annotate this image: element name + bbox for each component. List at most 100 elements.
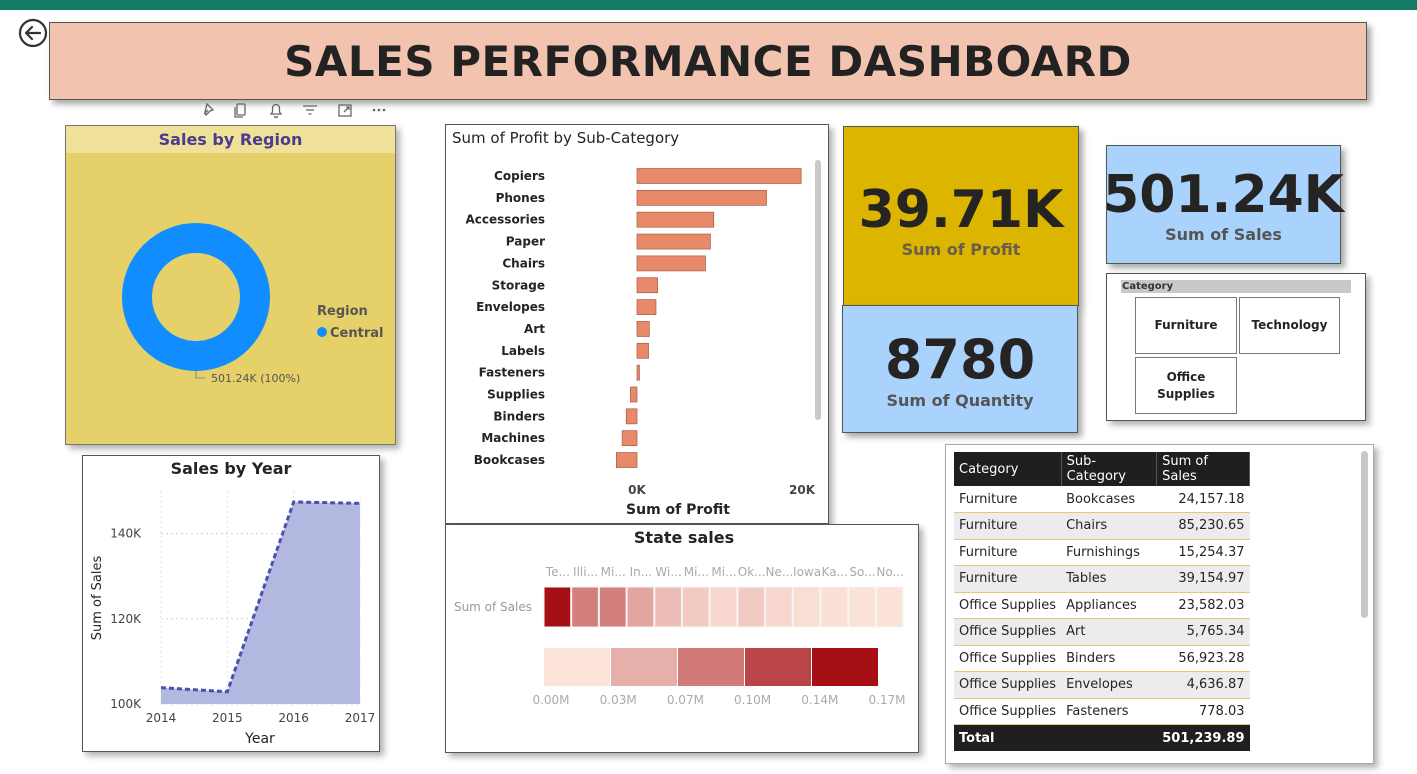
cell-sales: 15,254.37 (1156, 539, 1250, 566)
profit-bar[interactable] (636, 255, 706, 272)
state-heat-cell[interactable] (737, 586, 766, 628)
state-heat-cell[interactable] (681, 586, 710, 628)
state-heat-cell[interactable] (598, 586, 627, 628)
profit-bar[interactable] (636, 211, 715, 228)
quantity-kpi-value: 8780 (884, 328, 1036, 391)
sales-table-visual[interactable]: Category Sub-Category Sum of Sales Furni… (945, 444, 1374, 764)
table-scrollbar[interactable] (1361, 451, 1368, 618)
table-row[interactable]: Office Supplies Art 5,765.34 (954, 618, 1250, 646)
state-sales-heatmap[interactable]: State sales Sum of Sales Te... Illi... Mi.… (446, 525, 918, 752)
state-heat-cell[interactable] (654, 586, 682, 628)
state-heat-cell[interactable] (792, 586, 821, 628)
column-header-category[interactable]: Category (954, 452, 1062, 486)
table-row[interactable]: Furniture Furnishings 15,254.37 (954, 539, 1250, 566)
state-heat-cell[interactable] (875, 586, 904, 628)
table-row[interactable]: Office Supplies Envelopes 4,636.87 (954, 671, 1250, 699)
profit-by-subcategory-visual[interactable]: Sum of Profit by Sub-Category Copiers Pho… (445, 124, 829, 524)
profit-x-tick-20k: 20K (789, 483, 816, 497)
sales-by-year-area-chart[interactable]: Sales by Year 140K 120K 100K 2014 2015 2016 2… (83, 456, 379, 751)
profit-category-label: Labels (501, 344, 545, 358)
profit-bar[interactable] (621, 430, 638, 447)
color-scale-step (812, 648, 878, 686)
state-heat-cell[interactable] (626, 586, 655, 628)
bell-icon[interactable] (269, 103, 283, 119)
slicer-option-office-supplies[interactable]: Office Supplies (1135, 357, 1237, 414)
year-x-tick: 2014 (146, 711, 177, 725)
state-heat-cell[interactable] (848, 586, 876, 628)
state-column-label: Illi... (573, 565, 598, 579)
state-column-label: Ka... (822, 565, 848, 579)
year-y-tick: 100K (110, 697, 142, 711)
cell-category: Furniture (954, 486, 1062, 513)
cell-sales: 56,923.28 (1156, 645, 1250, 672)
profit-bar[interactable] (636, 321, 650, 337)
color-scale-step (544, 648, 610, 686)
cell-category: Office Supplies (954, 645, 1062, 672)
focus-mode-icon[interactable] (338, 104, 352, 117)
table-row[interactable]: Office Supplies Appliances 23,582.03 (954, 592, 1250, 619)
cell-sales: 5,765.34 (1156, 618, 1250, 646)
profit-bar[interactable] (636, 168, 802, 184)
profit-bar-chart[interactable]: Sum of Profit by Sub-Category Copiers Pho… (446, 125, 828, 523)
state-heat-cell[interactable] (820, 586, 849, 628)
profit-category-label: Fasteners (479, 366, 545, 380)
cell-category: Furniture (954, 565, 1062, 593)
state-column-label: Wi... (655, 565, 681, 579)
donut-slice-central[interactable] (122, 223, 270, 371)
region-chart-title: Sales by Region (66, 126, 395, 153)
profit-chart-scrollbar[interactable] (815, 160, 821, 420)
filter-icon[interactable] (303, 105, 317, 115)
sales-kpi-value: 501.24K (1103, 165, 1344, 225)
color-scale-label: 0.14M (801, 693, 838, 707)
state-heat-cell[interactable] (709, 586, 738, 628)
state-heat-cell[interactable] (543, 586, 572, 628)
table-row[interactable]: Office Supplies Binders 56,923.28 (954, 645, 1250, 672)
profit-bar[interactable] (636, 364, 640, 381)
year-area-fill[interactable] (161, 501, 360, 704)
profit-bar[interactable] (630, 386, 638, 403)
profit-category-label: Machines (481, 431, 545, 445)
table-row[interactable]: Furniture Chairs 85,230.65 (954, 512, 1250, 540)
slicer-option-technology[interactable]: Technology (1239, 297, 1340, 354)
profit-bar[interactable] (636, 189, 767, 206)
back-arrow-icon[interactable] (18, 18, 48, 48)
profit-bar[interactable] (616, 452, 638, 468)
profit-bar[interactable] (625, 408, 638, 425)
sales-by-region-visual[interactable]: Sales by Region 501.24K (100%) Region Ce… (65, 125, 396, 445)
profit-bar[interactable] (636, 277, 658, 294)
state-heat-cell[interactable] (765, 586, 793, 628)
quantity-kpi-card[interactable]: 8780 Sum of Quantity (842, 305, 1078, 433)
region-donut-chart[interactable]: 501.24K (100%) Region Central (66, 153, 395, 444)
pin-icon[interactable] (203, 102, 215, 117)
cell-category: Furniture (954, 539, 1062, 566)
profit-category-label: Supplies (487, 388, 545, 402)
profit-bar[interactable] (636, 342, 649, 359)
more-options-icon[interactable] (372, 108, 386, 112)
profit-x-axis-title: Sum of Profit (626, 502, 730, 518)
table-row[interactable]: Furniture Bookcases 24,157.18 (954, 486, 1250, 513)
table-row[interactable]: Furniture Tables 39,154.97 (954, 565, 1250, 593)
state-sales-visual[interactable]: State sales Sum of Sales Te... Illi... Mi.… (445, 524, 919, 753)
table-total-row: Total 501,239.89 (954, 724, 1250, 751)
state-column-label: No... (876, 565, 904, 579)
slicer-option-furniture[interactable]: Furniture (1135, 297, 1237, 354)
profit-category-label: Chairs (502, 256, 545, 270)
column-header-sum-of-sales[interactable]: Sum of Sales (1156, 452, 1250, 486)
profit-kpi-card[interactable]: 39.71K Sum of Profit (843, 126, 1079, 306)
column-header-subcategory[interactable]: Sub-Category (1061, 452, 1158, 486)
cell-sales: 23,582.03 (1156, 592, 1250, 619)
sales-by-year-visual[interactable]: Sales by Year 140K 120K 100K 2014 2015 2016 2… (82, 455, 380, 752)
color-scale-label: 0.10M (734, 693, 771, 707)
dashboard-title-banner: SALES PERFORMANCE DASHBOARD (49, 22, 1367, 100)
copy-icon[interactable] (234, 103, 246, 118)
state-column-label: Mi... (711, 565, 736, 579)
profit-bar[interactable] (636, 299, 657, 315)
state-heat-cell[interactable] (571, 586, 599, 628)
table-row[interactable]: Office Supplies Fasteners 778.03 (954, 698, 1250, 725)
color-scale-step (678, 648, 744, 686)
cell-sales: 39,154.97 (1156, 565, 1250, 593)
cell-category: Office Supplies (954, 671, 1062, 699)
legend-item-central[interactable]: Central (330, 326, 383, 341)
profit-bar[interactable] (636, 233, 711, 250)
sales-kpi-card[interactable]: 501.24K Sum of Sales (1103, 145, 1344, 264)
